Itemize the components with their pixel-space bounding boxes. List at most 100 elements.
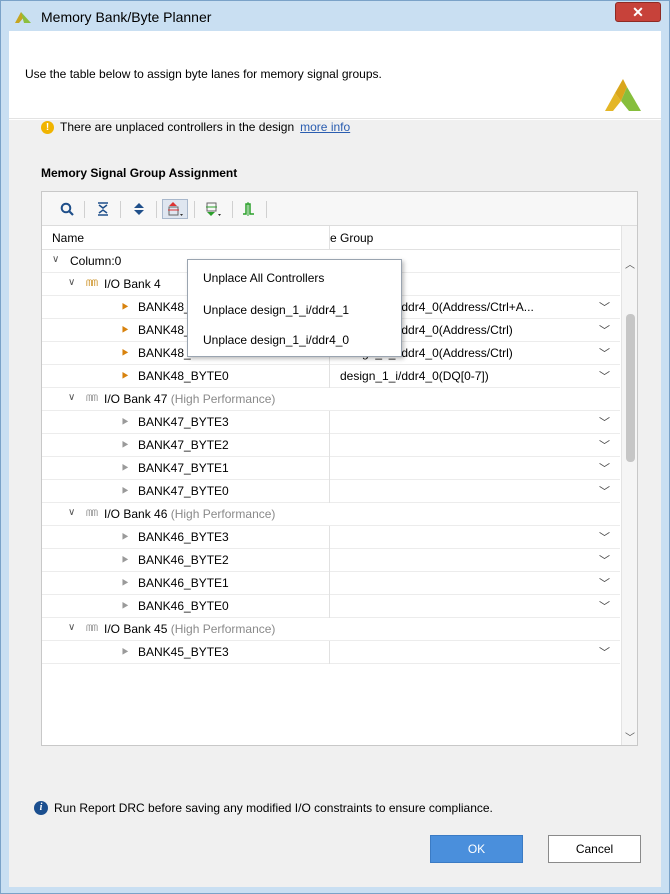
bank-performance: (High Performance) bbox=[170, 507, 276, 521]
scrollbar-thumb[interactable] bbox=[626, 314, 635, 462]
expand-chevron-icon[interactable]: ∨ bbox=[68, 277, 75, 288]
expand-chevron-icon[interactable]: ∨ bbox=[68, 392, 75, 403]
context-menu: Unplace All Controllers Unplace design_1… bbox=[187, 259, 402, 357]
table-row[interactable]: ⯈ BANK47_BYTE2 ﹀ bbox=[42, 434, 620, 457]
chevron-down-icon[interactable]: ﹀ bbox=[599, 575, 610, 591]
table-row[interactable]: ∨ ᗰᗰ I/O Bank 47 (High Performance) bbox=[42, 388, 620, 411]
group-select[interactable]: ﹀ bbox=[329, 526, 620, 549]
app-logo-icon bbox=[15, 12, 31, 23]
menu-item-unplace-ddr4-1[interactable]: Unplace design_1_i/ddr4_1 bbox=[203, 303, 349, 317]
chevron-down-icon[interactable]: ﹀ bbox=[599, 644, 610, 660]
menu-item-unplace-ddr4-0[interactable]: Unplace design_1_i/ddr4_0 bbox=[203, 333, 349, 347]
bank-performance: (High Performance) bbox=[170, 622, 276, 636]
info-icon: i bbox=[34, 801, 48, 815]
bank-label: I/O Bank 47 (High Performance) bbox=[104, 392, 275, 406]
byte-lane-icon: ⯈ bbox=[120, 415, 130, 429]
chevron-down-icon[interactable]: ﹀ bbox=[599, 299, 610, 315]
chevron-down-icon[interactable]: ﹀ bbox=[599, 483, 610, 499]
table-header: Name e Group bbox=[42, 226, 620, 250]
table-row[interactable]: ∨ ᗰᗰ I/O Bank 45 (High Performance) bbox=[42, 618, 620, 641]
vivado-logo-icon bbox=[605, 79, 641, 111]
signal-icon[interactable] bbox=[238, 199, 260, 219]
byte-lane-name: BANK46_BYTE3 bbox=[138, 530, 229, 544]
byte-lane-icon: ⯈ bbox=[120, 576, 130, 590]
group-select[interactable]: design_1_i/ddr4_0(DQ[0-7]) ﹀ bbox=[329, 365, 620, 388]
expand-all-icon[interactable] bbox=[128, 199, 150, 219]
bank-label: I/O Bank 46 (High Performance) bbox=[104, 507, 275, 521]
byte-lane-name: BANK48_BYTE0 bbox=[138, 369, 229, 383]
close-button[interactable]: ✕ bbox=[615, 2, 661, 22]
table-row[interactable]: ⯈ BANK47_BYTE3 ﹀ bbox=[42, 411, 620, 434]
table-row[interactable]: ⯈ BANK46_BYTE1 ﹀ bbox=[42, 572, 620, 595]
ok-button[interactable]: OK bbox=[430, 835, 523, 863]
header-description: Use the table below to assign byte lanes… bbox=[25, 67, 382, 81]
table-row[interactable]: ⯈ BANK45_BYTE3 ﹀ bbox=[42, 641, 620, 664]
toolbar-separator bbox=[120, 201, 121, 218]
group-select[interactable]: ﹀ bbox=[329, 641, 620, 664]
chevron-down-icon[interactable]: ﹀ bbox=[599, 322, 610, 338]
chevron-down-icon[interactable]: ﹀ bbox=[599, 460, 610, 476]
chevron-down-icon[interactable]: ﹀ bbox=[599, 437, 610, 453]
io-bank-icon: ᗰᗰ bbox=[86, 623, 98, 633]
chevron-down-icon[interactable]: ﹀ bbox=[599, 414, 610, 430]
chevron-down-icon[interactable]: ﹀ bbox=[599, 598, 610, 614]
section-title: Memory Signal Group Assignment bbox=[41, 166, 238, 180]
group-select[interactable]: ﹀ bbox=[329, 457, 620, 480]
byte-lane-icon: ⯈ bbox=[120, 484, 130, 498]
chevron-down-icon[interactable]: ﹀ bbox=[599, 529, 610, 545]
auto-place-icon[interactable] bbox=[200, 199, 226, 219]
table-row[interactable]: ⯈ BANK46_BYTE2 ﹀ bbox=[42, 549, 620, 572]
warning-text: There are unplaced controllers in the de… bbox=[60, 120, 295, 134]
expand-chevron-icon[interactable]: ∨ bbox=[52, 254, 59, 265]
chevron-down-icon[interactable]: ﹀ bbox=[599, 552, 610, 568]
expand-chevron-icon[interactable]: ∨ bbox=[68, 507, 75, 518]
table-row[interactable]: ⯈ BANK47_BYTE1 ﹀ bbox=[42, 457, 620, 480]
column-header-name[interactable]: Name bbox=[52, 231, 84, 245]
cancel-button[interactable]: Cancel bbox=[548, 835, 641, 863]
byte-lane-icon: ⯈ bbox=[120, 346, 130, 360]
group-select[interactable]: ﹀ bbox=[329, 595, 620, 618]
toolbar-separator bbox=[156, 201, 157, 218]
more-info-link[interactable]: more info bbox=[300, 120, 350, 134]
chevron-down-icon[interactable]: ﹀ bbox=[599, 345, 610, 361]
search-icon[interactable] bbox=[56, 199, 78, 219]
scroll-down-icon[interactable]: ﹀ bbox=[625, 729, 635, 744]
table-row[interactable]: ∨ ᗰᗰ I/O Bank 46 (High Performance) bbox=[42, 503, 620, 526]
header-banner: Use the table below to assign byte lanes… bbox=[9, 31, 661, 119]
group-select[interactable]: ﹀ bbox=[329, 434, 620, 457]
group-select[interactable]: ﹀ bbox=[329, 411, 620, 434]
byte-lane-icon: ⯈ bbox=[120, 461, 130, 475]
dialog-window: Memory Bank/Byte Planner ✕ Use the table… bbox=[0, 0, 670, 894]
menu-item-unplace-all[interactable]: Unplace All Controllers bbox=[203, 271, 324, 285]
byte-lane-name: BANK45_BYTE3 bbox=[138, 645, 229, 659]
toolbar-separator bbox=[232, 201, 233, 218]
group-select[interactable]: ﹀ bbox=[329, 572, 620, 595]
byte-lane-icon: ⯈ bbox=[120, 438, 130, 452]
group-value: design_1_i/ddr4_0(DQ[0-7]) bbox=[340, 369, 489, 383]
scroll-up-icon[interactable]: ︿ bbox=[625, 256, 635, 271]
byte-lane-icon: ⯈ bbox=[120, 323, 130, 337]
collapse-all-icon[interactable] bbox=[92, 199, 114, 219]
byte-lane-icon: ⯈ bbox=[120, 553, 130, 567]
byte-lane-icon: ⯈ bbox=[120, 599, 130, 613]
vertical-scrollbar[interactable]: ︿ ﹀ bbox=[621, 226, 637, 745]
table-row[interactable]: ⯈ BANK47_BYTE0 ﹀ bbox=[42, 480, 620, 503]
bank-name: I/O Bank 46 bbox=[104, 507, 168, 521]
byte-lane-name: BANK46_BYTE1 bbox=[138, 576, 229, 590]
window-title: Memory Bank/Byte Planner bbox=[41, 9, 212, 25]
toolbar-separator bbox=[194, 201, 195, 218]
table-row[interactable]: ⯈ BANK46_BYTE3 ﹀ bbox=[42, 526, 620, 549]
group-select[interactable]: ﹀ bbox=[329, 549, 620, 572]
bank-name: I/O Bank 45 bbox=[104, 622, 168, 636]
unplace-icon[interactable] bbox=[162, 199, 188, 219]
group-select[interactable]: ﹀ bbox=[329, 480, 620, 503]
byte-lane-name: BANK47_BYTE2 bbox=[138, 438, 229, 452]
expand-chevron-icon[interactable]: ∨ bbox=[68, 622, 75, 633]
chevron-down-icon[interactable]: ﹀ bbox=[599, 368, 610, 384]
title-bar[interactable]: Memory Bank/Byte Planner ✕ bbox=[1, 1, 669, 31]
column-header-group[interactable]: e Group bbox=[330, 231, 373, 245]
toolbar-separator bbox=[84, 201, 85, 218]
byte-lane-icon: ⯈ bbox=[120, 645, 130, 659]
table-row[interactable]: ⯈ BANK48_BYTE0 design_1_i/ddr4_0(DQ[0-7]) ﹀ bbox=[42, 365, 620, 388]
table-row[interactable]: ⯈ BANK46_BYTE0 ﹀ bbox=[42, 595, 620, 618]
